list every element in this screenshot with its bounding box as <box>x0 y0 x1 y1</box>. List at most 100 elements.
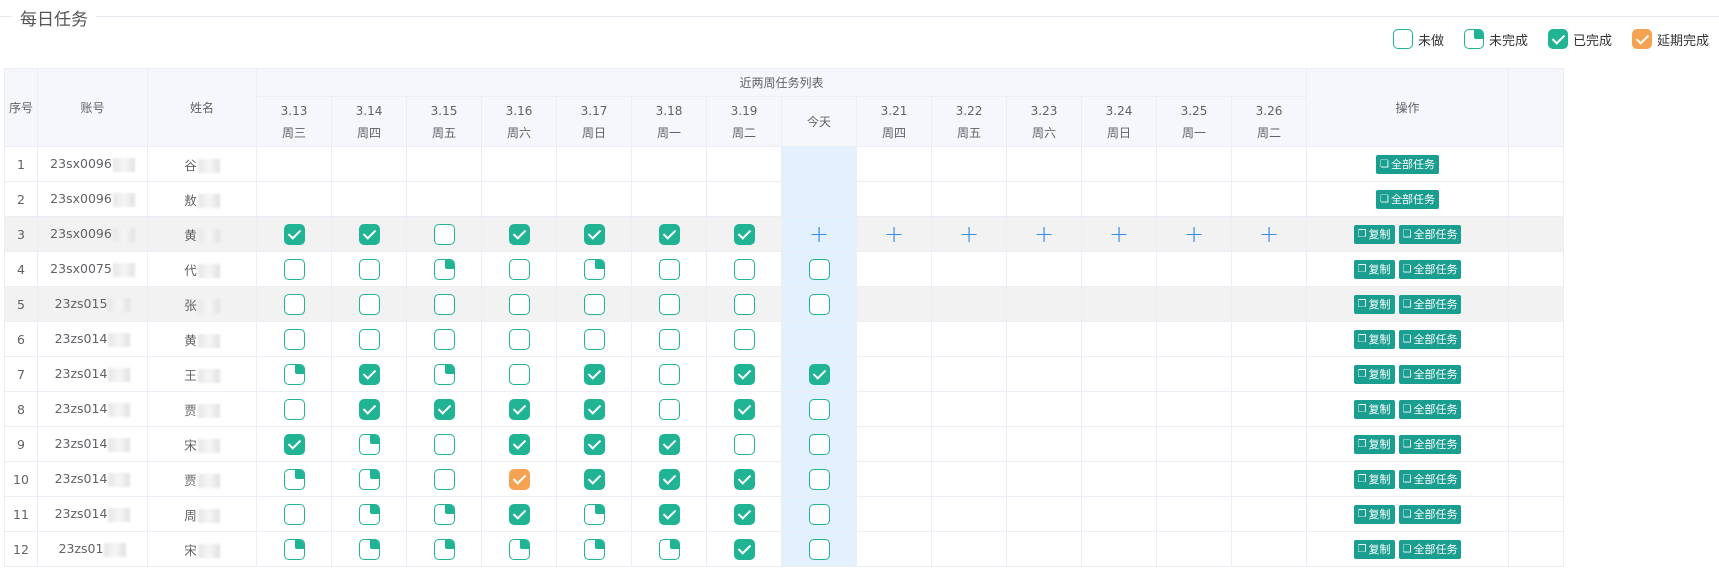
todo-checkbox-icon[interactable] <box>808 433 830 455</box>
add-task-icon[interactable]: + <box>1034 222 1054 246</box>
done-checkbox-icon[interactable] <box>358 398 380 420</box>
all-tasks-button[interactable]: ❏ 全部任务 <box>1398 399 1462 419</box>
done-checkbox-icon[interactable] <box>658 223 680 245</box>
todo-checkbox-icon[interactable] <box>508 328 530 350</box>
done-checkbox-icon[interactable] <box>733 363 755 385</box>
add-task-icon[interactable]: + <box>1259 222 1279 246</box>
partial-checkbox-icon[interactable] <box>283 363 305 385</box>
done-checkbox-icon[interactable] <box>583 398 605 420</box>
todo-checkbox-icon[interactable] <box>658 398 680 420</box>
copy-button[interactable]: ❐ 复制 <box>1353 504 1395 524</box>
task-cell[interactable]: + <box>1006 216 1082 252</box>
partial-checkbox-icon[interactable] <box>583 538 605 560</box>
done-checkbox-icon[interactable] <box>583 363 605 385</box>
copy-button[interactable]: ❐ 复制 <box>1353 434 1395 454</box>
done-checkbox-icon[interactable] <box>358 223 380 245</box>
todo-checkbox-icon[interactable] <box>658 328 680 350</box>
done-checkbox-icon[interactable] <box>808 363 830 385</box>
task-cell[interactable]: + <box>856 216 932 252</box>
done-checkbox-icon[interactable] <box>508 433 530 455</box>
todo-checkbox-icon[interactable] <box>658 293 680 315</box>
task-cell[interactable]: + <box>1081 216 1157 252</box>
todo-checkbox-icon[interactable] <box>433 293 455 315</box>
partial-checkbox-icon[interactable] <box>358 468 380 490</box>
todo-checkbox-icon[interactable] <box>433 468 455 490</box>
done-checkbox-icon[interactable] <box>733 503 755 525</box>
todo-checkbox-icon[interactable] <box>808 503 830 525</box>
done-checkbox-icon[interactable] <box>733 398 755 420</box>
partial-checkbox-icon[interactable] <box>508 538 530 560</box>
done-checkbox-icon[interactable] <box>733 468 755 490</box>
todo-checkbox-icon[interactable] <box>283 328 305 350</box>
todo-checkbox-icon[interactable] <box>283 398 305 420</box>
all-tasks-button[interactable]: ❏ 全部任务 <box>1376 154 1439 174</box>
todo-checkbox-icon[interactable] <box>433 328 455 350</box>
todo-checkbox-icon[interactable] <box>358 258 380 280</box>
partial-checkbox-icon[interactable] <box>358 433 380 455</box>
todo-checkbox-icon[interactable] <box>808 538 830 560</box>
partial-checkbox-icon[interactable] <box>283 468 305 490</box>
todo-checkbox-icon[interactable] <box>658 363 680 385</box>
todo-checkbox-icon[interactable] <box>733 258 755 280</box>
done-checkbox-icon[interactable] <box>733 223 755 245</box>
all-tasks-button[interactable]: ❏ 全部任务 <box>1398 434 1462 454</box>
all-tasks-button[interactable]: ❏ 全部任务 <box>1398 539 1462 559</box>
done-checkbox-icon[interactable] <box>658 503 680 525</box>
copy-button[interactable]: ❐ 复制 <box>1353 539 1395 559</box>
copy-button[interactable]: ❐ 复制 <box>1353 294 1395 314</box>
done-checkbox-icon[interactable] <box>658 433 680 455</box>
todo-checkbox-icon[interactable] <box>283 293 305 315</box>
copy-button[interactable]: ❐ 复制 <box>1353 329 1395 349</box>
copy-button[interactable]: ❐ 复制 <box>1353 259 1395 279</box>
todo-checkbox-icon[interactable] <box>358 328 380 350</box>
done-checkbox-icon[interactable] <box>583 223 605 245</box>
partial-checkbox-icon[interactable] <box>583 258 605 280</box>
task-cell[interactable]: + <box>1231 216 1307 252</box>
partial-checkbox-icon[interactable] <box>658 538 680 560</box>
todo-checkbox-icon[interactable] <box>733 293 755 315</box>
delay-checkbox-icon[interactable] <box>508 468 530 490</box>
todo-checkbox-icon[interactable] <box>733 328 755 350</box>
all-tasks-button[interactable]: ❏ 全部任务 <box>1398 329 1462 349</box>
todo-checkbox-icon[interactable] <box>808 258 830 280</box>
all-tasks-button[interactable]: ❏ 全部任务 <box>1398 224 1462 244</box>
partial-checkbox-icon[interactable] <box>433 363 455 385</box>
partial-checkbox-icon[interactable] <box>583 503 605 525</box>
all-tasks-button[interactable]: ❏ 全部任务 <box>1376 189 1439 209</box>
done-checkbox-icon[interactable] <box>508 503 530 525</box>
done-checkbox-icon[interactable] <box>583 433 605 455</box>
done-checkbox-icon[interactable] <box>433 398 455 420</box>
partial-checkbox-icon[interactable] <box>433 538 455 560</box>
done-checkbox-icon[interactable] <box>283 223 305 245</box>
done-checkbox-icon[interactable] <box>358 363 380 385</box>
todo-checkbox-icon[interactable] <box>583 328 605 350</box>
done-checkbox-icon[interactable] <box>508 223 530 245</box>
all-tasks-button[interactable]: ❏ 全部任务 <box>1398 469 1462 489</box>
task-cell[interactable]: + <box>1156 216 1232 252</box>
add-task-icon[interactable]: + <box>884 222 904 246</box>
todo-checkbox-icon[interactable] <box>283 503 305 525</box>
todo-checkbox-icon[interactable] <box>433 223 455 245</box>
task-cell[interactable]: + <box>781 216 857 252</box>
add-task-icon[interactable]: + <box>1184 222 1204 246</box>
copy-button[interactable]: ❐ 复制 <box>1353 469 1395 489</box>
copy-button[interactable]: ❐ 复制 <box>1353 224 1395 244</box>
add-task-icon[interactable]: + <box>809 222 829 246</box>
all-tasks-button[interactable]: ❏ 全部任务 <box>1398 504 1462 524</box>
add-task-icon[interactable]: + <box>1109 222 1129 246</box>
todo-checkbox-icon[interactable] <box>583 293 605 315</box>
all-tasks-button[interactable]: ❏ 全部任务 <box>1398 364 1462 384</box>
todo-checkbox-icon[interactable] <box>808 293 830 315</box>
todo-checkbox-icon[interactable] <box>358 293 380 315</box>
partial-checkbox-icon[interactable] <box>358 503 380 525</box>
todo-checkbox-icon[interactable] <box>658 258 680 280</box>
todo-checkbox-icon[interactable] <box>808 468 830 490</box>
done-checkbox-icon[interactable] <box>583 468 605 490</box>
todo-checkbox-icon[interactable] <box>433 433 455 455</box>
copy-button[interactable]: ❐ 复制 <box>1353 399 1395 419</box>
todo-checkbox-icon[interactable] <box>283 258 305 280</box>
task-cell[interactable]: + <box>931 216 1007 252</box>
done-checkbox-icon[interactable] <box>733 538 755 560</box>
todo-checkbox-icon[interactable] <box>508 363 530 385</box>
done-checkbox-icon[interactable] <box>658 468 680 490</box>
